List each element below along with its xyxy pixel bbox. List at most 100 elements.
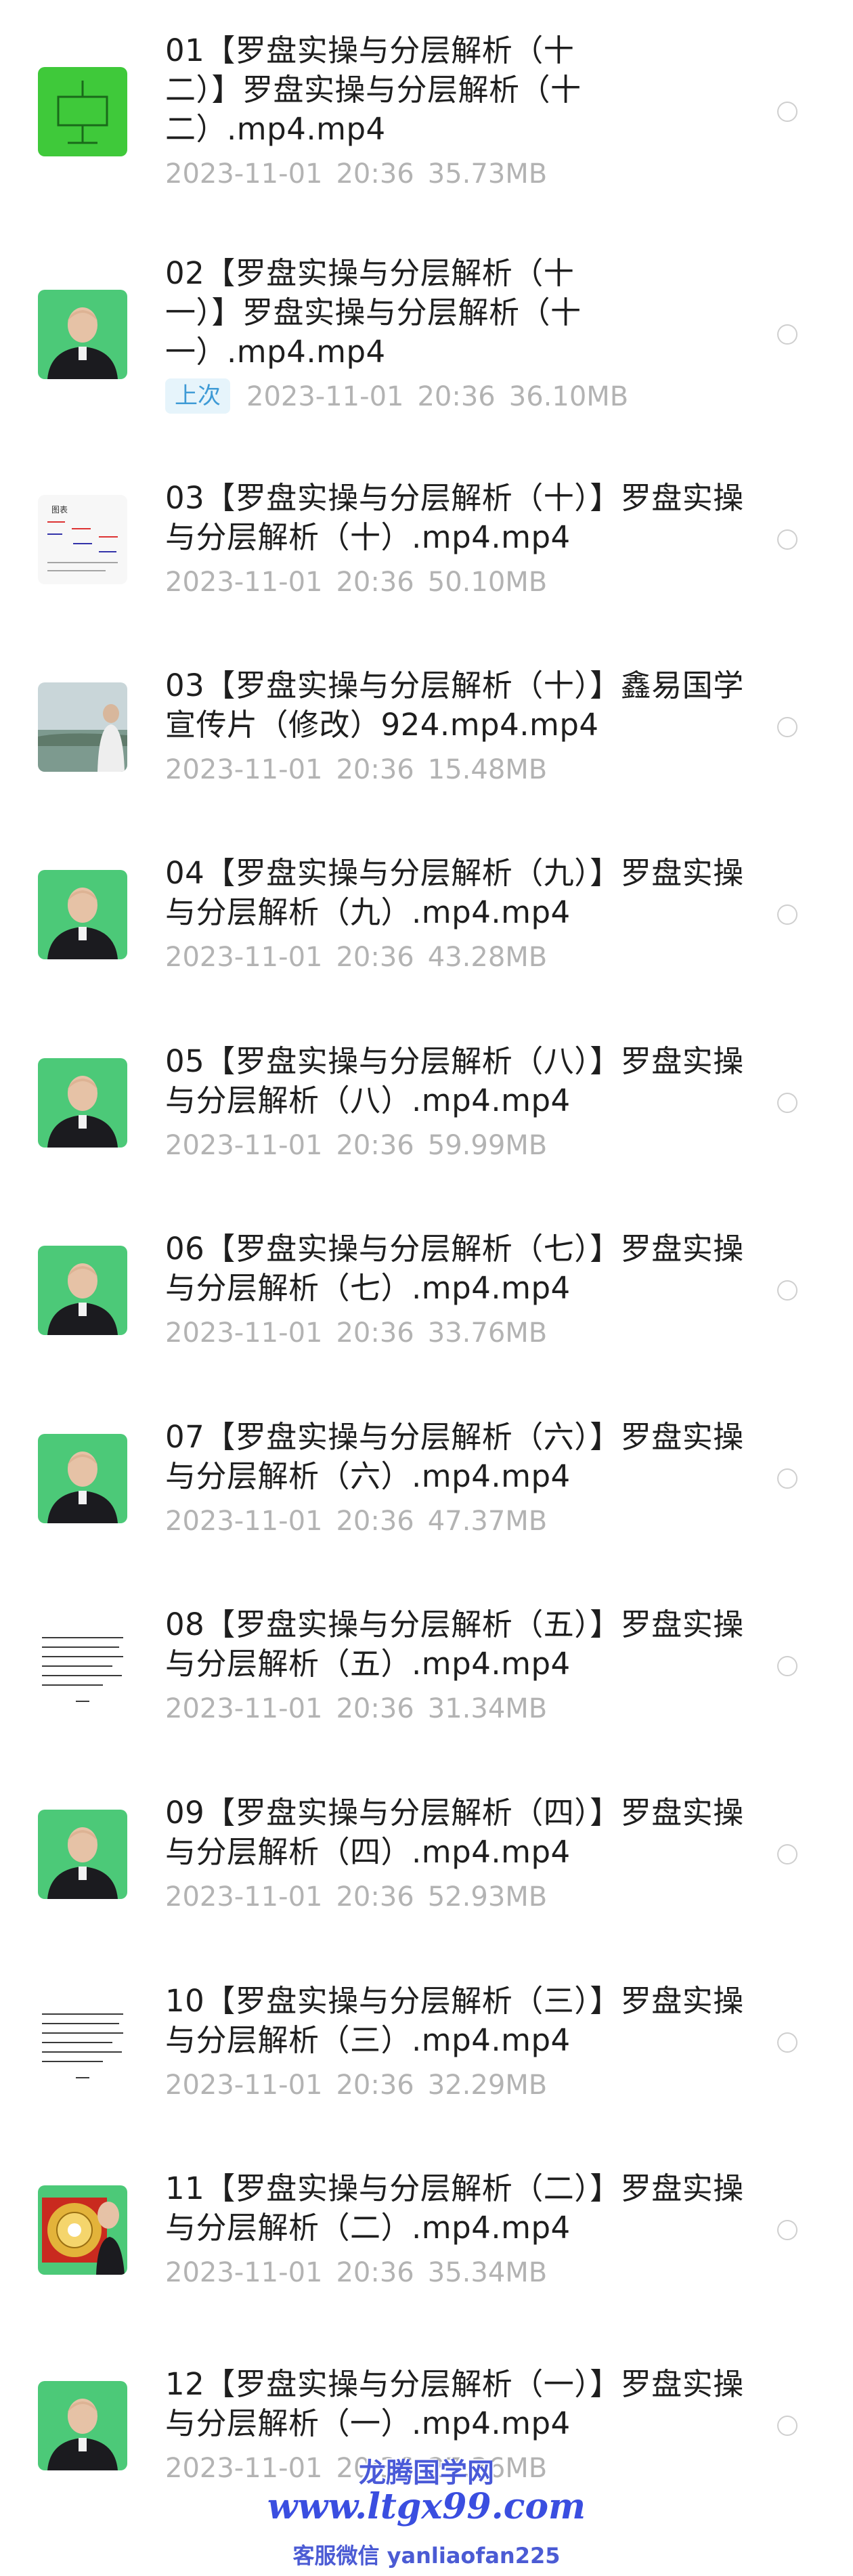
- file-size: 15.48MB: [427, 754, 548, 785]
- file-date: 2023-11-01: [165, 567, 323, 598]
- file-time: 20:36: [417, 381, 496, 412]
- file-size: 47.37MB: [427, 1506, 548, 1537]
- video-thumbnail[interactable]: [38, 2185, 127, 2275]
- file-row[interactable]: 05【罗盘实操与分层解析（八）】罗盘实操与分层解析（八）.mp4.mp4 2023…: [0, 1009, 853, 1196]
- select-radio[interactable]: [777, 1280, 797, 1301]
- file-row[interactable]: 图表 03【罗盘实操与分层解析（十）】罗盘实操与分层解析（十）.mp4.mp4 2…: [0, 445, 853, 633]
- file-size: 43.28MB: [427, 942, 548, 973]
- select-radio[interactable]: [777, 2416, 797, 2436]
- thumbnail-image-compass: [38, 2185, 127, 2275]
- file-row[interactable]: 10【罗盘实操与分层解析（三）】罗盘实操与分层解析（三）.mp4.mp4 2023…: [0, 1948, 853, 2136]
- select-radio[interactable]: [777, 717, 797, 737]
- file-date: 2023-11-01: [165, 1130, 323, 1161]
- file-row[interactable]: 07【罗盘实操与分层解析（六）】罗盘实操与分层解析（六）.mp4.mp4 2023…: [0, 1384, 853, 1572]
- file-size: 52.93MB: [427, 1881, 548, 1913]
- file-name[interactable]: 09【罗盘实操与分层解析（四）】罗盘实操与分层解析（四）.mp4.mp4: [165, 1793, 761, 1872]
- watermark-site-name: 龙腾国学网: [359, 2458, 494, 2489]
- file-name[interactable]: 05【罗盘实操与分层解析（八）】罗盘实操与分层解析（八）.mp4.mp4: [165, 1042, 761, 1120]
- thumbnail-image-text-doc: [38, 1998, 127, 2087]
- svg-text:图表: 图表: [51, 505, 68, 515]
- file-time: 20:36: [336, 2257, 414, 2288]
- file-name[interactable]: 03【罗盘实操与分层解析（十）】罗盘实操与分层解析（十）.mp4.mp4: [165, 479, 761, 557]
- select-radio[interactable]: [777, 1468, 797, 1489]
- select-radio[interactable]: [777, 904, 797, 925]
- file-name[interactable]: 12【罗盘实操与分层解析（一）】罗盘实操与分层解析（一）.mp4.mp4: [165, 2365, 761, 2443]
- file-name[interactable]: 06【罗盘实操与分层解析（七）】罗盘实操与分层解析（七）.mp4.mp4: [165, 1229, 761, 1308]
- file-row[interactable]: 02【罗盘实操与分层解析（十 一）】罗盘实操与分层解析（十 一）.mp4.mp4…: [0, 223, 853, 445]
- file-row[interactable]: 01【罗盘实操与分层解析（十 二）】罗盘实操与分层解析（十 二）.mp4.mp4…: [0, 0, 853, 223]
- file-name[interactable]: 04【罗盘实操与分层解析（九）】罗盘实操与分层解析（九）.mp4.mp4: [165, 854, 761, 932]
- file-info: 10【罗盘实操与分层解析（三）】罗盘实操与分层解析（三）.mp4.mp4 2023…: [165, 1982, 761, 2103]
- file-date: 2023-11-01: [165, 1317, 323, 1349]
- select-radio[interactable]: [777, 1093, 797, 1113]
- file-time: 20:36: [336, 567, 414, 598]
- thumbnail-image-presenter: [38, 1810, 127, 1899]
- file-date: 2023-11-01: [165, 158, 323, 190]
- file-size: 50.10MB: [427, 567, 548, 598]
- file-name[interactable]: 01【罗盘实操与分层解析（十 二）】罗盘实操与分层解析（十 二）.mp4.mp4: [165, 31, 761, 149]
- file-time: 20:36: [336, 1317, 414, 1349]
- file-info: 07【罗盘实操与分层解析（六）】罗盘实操与分层解析（六）.mp4.mp4 2023…: [165, 1418, 761, 1540]
- select-radio[interactable]: [777, 529, 797, 550]
- select-radio[interactable]: [777, 324, 797, 345]
- file-meta: 2023-11-01 20:36 35.34MB: [165, 2254, 761, 2291]
- select-radio[interactable]: [777, 2032, 797, 2053]
- thumbnail-image-chart-sheet: 图表: [38, 495, 127, 584]
- select-radio[interactable]: [777, 1656, 797, 1676]
- file-name[interactable]: 07【罗盘实操与分层解析（六）】罗盘实操与分层解析（六）.mp4.mp4: [165, 1418, 761, 1496]
- file-name[interactable]: 11【罗盘实操与分层解析（二）】罗盘实操与分层解析（二）.mp4.mp4: [165, 2169, 761, 2248]
- file-date: 2023-11-01: [165, 2257, 323, 2288]
- video-thumbnail[interactable]: [38, 1621, 127, 1711]
- file-meta: 2023-11-01 20:36 15.48MB: [165, 751, 761, 788]
- file-info: 08【罗盘实操与分层解析（五）】罗盘实操与分层解析（五）.mp4.mp4 2023…: [165, 1605, 761, 1727]
- file-size: 35.34MB: [427, 2257, 548, 2288]
- file-size: 33.76MB: [427, 1317, 548, 1349]
- file-name[interactable]: 03【罗盘实操与分层解析（十）】鑫易国学宣传片（修改）924.mp4.mp4: [165, 666, 761, 745]
- video-thumbnail[interactable]: [38, 870, 127, 959]
- file-size: 32.29MB: [427, 2070, 548, 2101]
- video-thumbnail[interactable]: [38, 682, 127, 772]
- file-row[interactable]: 03【罗盘实操与分层解析（十）】鑫易国学宣传片（修改）924.mp4.mp4 20…: [0, 633, 853, 821]
- thumbnail-image-presenter: [38, 870, 127, 959]
- file-time: 20:36: [336, 1506, 414, 1537]
- file-date: 2023-11-01: [165, 942, 323, 973]
- file-name[interactable]: 10【罗盘实操与分层解析（三）】罗盘实操与分层解析（三）.mp4.mp4: [165, 1982, 761, 2060]
- file-row[interactable]: 06【罗盘实操与分层解析（七）】罗盘实操与分层解析（七）.mp4.mp4 2023…: [0, 1196, 853, 1384]
- video-thumbnail[interactable]: [38, 1246, 127, 1335]
- watermark-contact: 客服微信 yanliaofan225: [292, 2543, 561, 2569]
- file-row[interactable]: 11【罗盘实操与分层解析（二）】罗盘实操与分层解析（二）.mp4.mp4 2023…: [0, 2136, 853, 2324]
- select-radio[interactable]: [777, 102, 797, 122]
- file-row[interactable]: 04【罗盘实操与分层解析（九）】罗盘实操与分层解析（九）.mp4.mp4 2023…: [0, 821, 853, 1009]
- file-row[interactable]: 08【罗盘实操与分层解析（五）】罗盘实操与分层解析（五）.mp4.mp4 2023…: [0, 1572, 853, 1760]
- file-size: 59.99MB: [427, 1130, 548, 1161]
- file-date: 2023-11-01: [165, 754, 323, 785]
- video-thumbnail[interactable]: 图表: [38, 495, 127, 584]
- file-meta: 2023-11-01 20:36 52.93MB: [165, 1879, 761, 1915]
- file-meta: 上次 2023-11-01 20:36 36.10MB: [165, 378, 761, 415]
- file-date: 2023-11-01: [246, 381, 404, 412]
- video-thumbnail[interactable]: [38, 1434, 127, 1523]
- thumbnail-image-green-diagram: [38, 67, 127, 156]
- file-info: 09【罗盘实操与分层解析（四）】罗盘实操与分层解析（四）.mp4.mp4 2023…: [165, 1793, 761, 1915]
- video-thumbnail[interactable]: [38, 1058, 127, 1148]
- file-name[interactable]: 08【罗盘实操与分层解析（五）】罗盘实操与分层解析（五）.mp4.mp4: [165, 1605, 761, 1684]
- file-size: 31.34MB: [427, 1693, 548, 1724]
- file-date: 2023-11-01: [165, 1506, 323, 1537]
- select-radio[interactable]: [777, 1844, 797, 1864]
- file-meta: 2023-11-01 20:36 32.29MB: [165, 2067, 761, 2103]
- select-radio[interactable]: [777, 2220, 797, 2240]
- file-info: 03【罗盘实操与分层解析（十）】罗盘实操与分层解析（十）.mp4.mp4 2023…: [165, 479, 761, 601]
- thumbnail-image-presenter: [38, 1058, 127, 1148]
- file-name[interactable]: 02【罗盘实操与分层解析（十 一）】罗盘实操与分层解析（十 一）.mp4.mp4: [165, 254, 761, 372]
- watermark-url: www.ltgx99.com: [267, 2486, 586, 2527]
- file-date: 2023-11-01: [165, 1693, 323, 1724]
- file-meta: 2023-11-01 20:36 35.73MB: [165, 156, 761, 192]
- file-row[interactable]: 09【罗盘实操与分层解析（四）】罗盘实操与分层解析（四）.mp4.mp4 2023…: [0, 1760, 853, 1948]
- file-time: 20:36: [336, 942, 414, 973]
- video-thumbnail[interactable]: [38, 1810, 127, 1899]
- last-viewed-badge: 上次: [165, 378, 230, 414]
- file-time: 20:36: [336, 2070, 414, 2101]
- video-thumbnail[interactable]: [38, 290, 127, 379]
- video-thumbnail[interactable]: [38, 67, 127, 156]
- video-thumbnail[interactable]: [38, 1998, 127, 2087]
